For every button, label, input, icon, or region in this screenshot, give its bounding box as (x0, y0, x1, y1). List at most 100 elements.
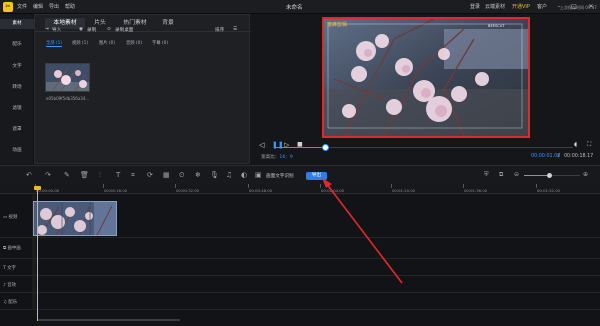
customer-service-button[interactable]: 客户 (537, 3, 547, 10)
nav-item-animation[interactable]: 动画 (0, 146, 34, 156)
redo-icon[interactable]: ↷ (45, 171, 51, 179)
ocr-text-button[interactable]: 画面文字识别 (266, 173, 294, 179)
record-button[interactable]: 录制 (87, 27, 96, 33)
import-icon[interactable]: ⇥ (45, 27, 49, 32)
ruler-mark (320, 184, 321, 188)
playhead-line[interactable] (37, 188, 38, 321)
audio-adjust-icon[interactable]: ♫ (226, 171, 232, 179)
rotate-icon[interactable]: ⟳ (147, 171, 153, 179)
total-time: 00:00:18.17 (564, 154, 594, 159)
ruler-mark (175, 184, 176, 188)
text-icon[interactable]: T (116, 171, 120, 179)
record-icon[interactable]: ◉ (79, 27, 83, 32)
zoom-slider-handle[interactable] (547, 173, 552, 178)
clip-filmstrip (34, 202, 116, 235)
list-view-icon[interactable]: ☰ (233, 27, 237, 32)
nav-item-music[interactable]: 配乐 (0, 40, 34, 50)
track-label-video: ▭ 视频 (3, 215, 18, 220)
zoom-out-icon[interactable]: ⊖ (514, 171, 519, 178)
menu-edit[interactable]: 编辑 (33, 3, 43, 10)
nav-item-mask[interactable]: 遮罩 (0, 125, 34, 135)
ruler-tick-label: 00:00:16.00 (104, 188, 128, 193)
shield-icon[interactable]: ⛨ (484, 171, 489, 179)
ruler-mark (248, 184, 249, 188)
aspect-ratio-value: 16：9 (279, 155, 293, 160)
playback-progress-fill (274, 147, 325, 148)
sort-button[interactable]: 排序 (215, 27, 224, 33)
menu-file[interactable]: 文件 (17, 3, 27, 10)
video-clip[interactable] (33, 201, 117, 236)
menu-export[interactable]: 导出 (49, 3, 59, 10)
thumbnail-image (46, 64, 89, 91)
mic-icon[interactable]: 🎙 (210, 171, 219, 179)
ruler-tick-label: 00:00:48.00 (249, 188, 273, 193)
ruler-tick-label: 00:01:20.00 (392, 188, 416, 193)
app-logo-icon: ✂ (3, 2, 13, 12)
track-gutter (32, 238, 36, 258)
zoom-in-icon[interactable]: ⊕ (583, 171, 588, 178)
title-bar: ✂ 文件 编辑 导出 帮助 未命名 登录 云端素材 开通VIP 客户 – □ ✕ (0, 0, 600, 14)
vip-button[interactable]: 开通VIP (512, 3, 530, 10)
cloud-assets-button[interactable]: 云端素材 (485, 3, 505, 10)
aspect-ratio[interactable]: 宽高比：16：9 (261, 154, 293, 160)
edit-toolbar: ↶ ↷ ✎ 🗑 ⫶ T ⌗ ⟳ ▦ ⏲ ❄ 🎙 ♫ ◐ ▣ 画面文字识别 ⛨ ⧉… (0, 165, 600, 184)
track-label-pip: ⧉ 画中画 (3, 246, 21, 251)
zoom-slider-fill (524, 175, 549, 176)
filter-all[interactable]: 全部 (1) (46, 40, 63, 47)
autosave-status: 上次保存时间 09:47 (560, 5, 597, 10)
crop-icon[interactable]: ⌗ (131, 171, 135, 180)
track-label-text: T 文字 (3, 266, 16, 271)
timeline-ruler[interactable]: 00:00:00.00 00:00:16.00 00:00:32.00 00:0… (0, 184, 600, 194)
track-text[interactable]: T 文字 (0, 259, 600, 276)
freeze-icon[interactable]: ❄ (195, 171, 201, 179)
volume-icon[interactable]: ◖ (574, 141, 577, 148)
media-thumbnail[interactable] (45, 63, 90, 92)
screen-record-button[interactable]: 录制桌面 (115, 27, 133, 33)
ruler-tick-label: 00:00:32.00 (176, 188, 200, 193)
image-icon[interactable]: ▣ (255, 171, 262, 179)
ruler-mark (463, 184, 464, 188)
tab-background[interactable]: 背景 (157, 18, 179, 29)
preview-frame-image (324, 19, 528, 136)
aspect-ratio-label: 宽高比： (261, 155, 280, 160)
track-music[interactable]: ♫ 配乐 (0, 293, 600, 310)
timeline-scrollbar[interactable] (38, 319, 180, 321)
undo-icon[interactable]: ↶ (26, 171, 32, 179)
export-button[interactable]: 导出 (306, 172, 327, 180)
nav-item-media[interactable]: 素材 (0, 19, 34, 29)
mosaic-icon[interactable]: ▦ (163, 171, 170, 179)
prev-frame-icon[interactable]: ◁ (259, 141, 264, 149)
media-file-name: e05b09f5db356a34... (46, 96, 90, 101)
filter-video[interactable]: 视频 (1) (72, 40, 88, 46)
delete-icon[interactable]: 🗑 (80, 171, 89, 179)
edit-icon[interactable]: ✎ (64, 171, 70, 179)
filter-audio[interactable]: 音频 (0) (126, 40, 142, 46)
watermark-sub-label: BEESCUT (488, 24, 505, 28)
screen-record-icon[interactable]: ⊙ (107, 27, 111, 32)
menu-help[interactable]: 帮助 (65, 3, 75, 10)
filter-image[interactable]: 图片 (0) (99, 40, 115, 46)
track-pip[interactable]: ⧉ 画中画 (0, 238, 600, 259)
nav-item-filter[interactable]: 滤镜 (0, 104, 34, 114)
ruler-tick-label: 00:01:36.00 (464, 188, 488, 193)
ruler-mark (103, 184, 104, 188)
import-button[interactable]: 导入 (52, 27, 61, 33)
ruler-tick-label: 00:01:52.00 (537, 188, 561, 193)
track-sfx[interactable]: ♪ 音效 (0, 276, 600, 293)
nav-item-transition[interactable]: 转场 (0, 83, 34, 93)
left-nav: 素材 配乐 文字 转场 滤镜 遮罩 动画 (0, 14, 34, 164)
video-preview[interactable]: 蜜蜂剪辑 BEESCUT (322, 17, 530, 138)
snapshot-icon[interactable]: ⧉ (499, 171, 503, 179)
playback-progress-handle[interactable] (322, 144, 329, 151)
split-icon[interactable]: ⫶ (99, 171, 101, 180)
speed-icon[interactable]: ⏲ (179, 171, 184, 180)
ruler-tick-label: 00:01:04.00 (321, 188, 345, 193)
login-button[interactable]: 登录 (470, 3, 480, 10)
nav-item-text[interactable]: 文字 (0, 62, 34, 72)
track-gutter (32, 276, 36, 292)
fullscreen-icon[interactable]: ⛶ (587, 141, 591, 149)
filter-subtitle[interactable]: 字幕 (0) (152, 40, 168, 46)
track-label-music: ♫ 配乐 (3, 300, 18, 305)
color-icon[interactable]: ◐ (241, 171, 247, 179)
time-separator: / (558, 154, 560, 159)
